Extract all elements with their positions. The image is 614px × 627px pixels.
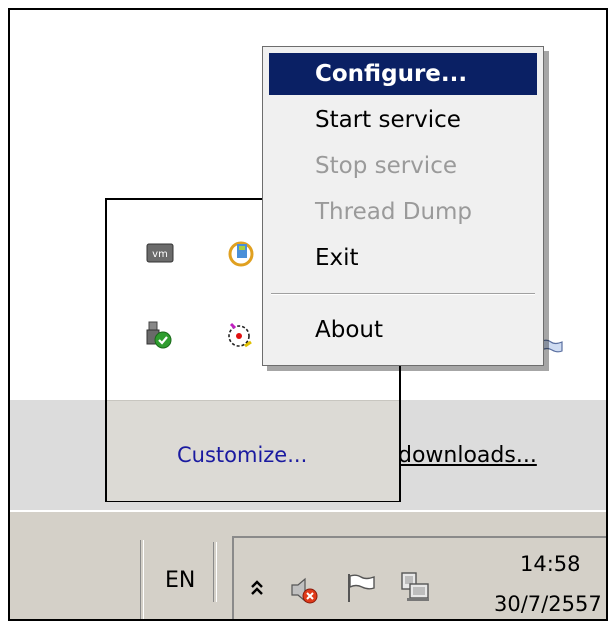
clock-time[interactable]: 14:58 <box>520 552 581 576</box>
taskbar: EN 14:58 30/7/2557 <box>10 510 606 619</box>
action-center-flag-icon[interactable] <box>344 572 378 604</box>
windows-update-icon[interactable] <box>227 238 257 268</box>
system-tray: 14:58 30/7/2557 <box>232 536 606 619</box>
menu-item-exit[interactable]: Exit <box>269 237 537 279</box>
taskbar-divider <box>213 542 217 602</box>
tray-context-menu: Configure... Start service Stop service … <box>262 46 544 366</box>
clock-date[interactable]: 30/7/2557 <box>494 592 602 616</box>
service-app-icon[interactable] <box>225 320 255 350</box>
menu-item-start-service[interactable]: Start service <box>269 99 537 141</box>
language-indicator[interactable]: EN <box>165 568 195 593</box>
usb-safe-remove-icon[interactable] <box>143 320 173 350</box>
svg-text:vm: vm <box>152 249 168 260</box>
menu-separator <box>271 293 535 295</box>
taskbar-divider <box>140 540 144 619</box>
volume-muted-icon[interactable] <box>288 574 320 606</box>
show-hidden-icons-button[interactable] <box>242 558 272 618</box>
menu-item-thread-dump: Thread Dump <box>315 199 473 225</box>
chevron-up-icon <box>251 580 263 595</box>
screenshot-frame: downloads... vm Customize... Configure..… <box>8 8 608 621</box>
downloads-link[interactable]: downloads... <box>398 443 537 468</box>
network-icon[interactable] <box>399 570 433 604</box>
menu-item-about[interactable]: About <box>269 309 537 351</box>
customize-link[interactable]: Customize... <box>177 443 307 467</box>
menu-item-configure[interactable]: Configure... <box>269 53 537 95</box>
customize-area: Customize... <box>107 400 399 501</box>
menu-item-stop-service: Stop service <box>315 153 457 179</box>
vmware-tools-icon[interactable]: vm <box>145 238 175 268</box>
